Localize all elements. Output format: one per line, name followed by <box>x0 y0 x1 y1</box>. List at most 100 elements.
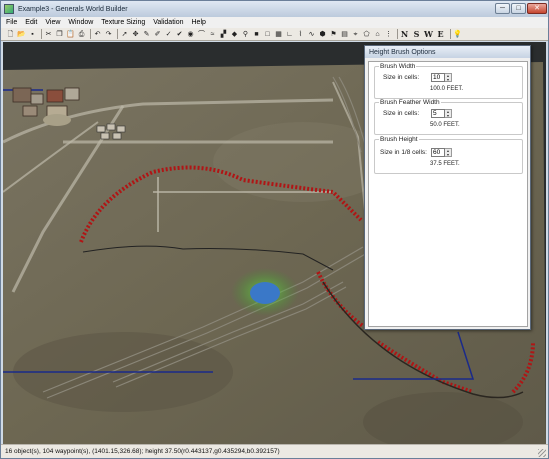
app-window: Example3 - Generals World Builder ─ □ ✕ … <box>0 0 549 459</box>
building <box>116 125 126 133</box>
dialog-title-bar[interactable]: Height Brush Options <box>365 46 530 58</box>
feather-icon[interactable]: ✔ <box>175 30 184 39</box>
toolbar-divider <box>450 29 451 39</box>
app-icon <box>4 4 14 14</box>
brush-width-group: Brush Width Size in cells: ▲ ▼ 100.0 FEE… <box>374 63 523 99</box>
menu-texture-sizing[interactable]: Texture Sizing <box>101 19 145 26</box>
window-title: Example3 - Generals World Builder <box>18 5 128 13</box>
building <box>12 87 32 103</box>
brush-width-feet: 100.0 FEET. <box>430 86 464 92</box>
select-move-icon[interactable]: ✥ <box>131 30 140 39</box>
brush-height-label: Size in 1/8 cells: <box>380 149 427 156</box>
feather-width-input[interactable] <box>431 109 445 118</box>
brush-icon[interactable]: ✎ <box>142 30 151 39</box>
map-viewport[interactable]: Height Brush Options Brush Width Size in… <box>3 42 546 444</box>
building <box>64 87 80 101</box>
flag-icon[interactable]: ⚑ <box>329 30 338 39</box>
menu-help[interactable]: Help <box>192 19 206 26</box>
brush-width-input[interactable] <box>431 73 445 82</box>
feather-width-spinner[interactable]: ▲ ▼ <box>445 109 452 118</box>
spin-down-icon[interactable]: ▼ <box>445 114 451 118</box>
east-view-button[interactable]: E <box>436 29 445 39</box>
print-icon[interactable]: ⎙ <box>77 30 86 39</box>
toolbar-divider <box>90 29 91 39</box>
help-bulb-icon[interactable]: 💡 <box>453 30 462 39</box>
blob-icon[interactable]: ⬢ <box>318 30 327 39</box>
dialog-body: Brush Width Size in cells: ▲ ▼ 100.0 FEE… <box>368 61 528 327</box>
paint-brush-icon[interactable]: ✐ <box>153 30 162 39</box>
save-icon[interactable]: ▪ <box>28 30 37 39</box>
building <box>43 114 71 126</box>
map-icon[interactable]: ▤ <box>340 30 349 39</box>
copy-icon[interactable]: ❐ <box>55 30 64 39</box>
building <box>112 132 122 140</box>
building <box>30 93 44 105</box>
eye-icon[interactable]: ◉ <box>186 30 195 39</box>
hill-icon[interactable]: ⌒ <box>197 30 206 39</box>
toolbar-divider <box>397 29 398 39</box>
brush-height-input[interactable] <box>431 148 445 157</box>
west-view-button[interactable]: W <box>424 29 433 39</box>
building <box>96 125 106 133</box>
menu-validation[interactable]: Validation <box>153 19 183 26</box>
menu-edit[interactable]: Edit <box>25 19 37 26</box>
title-bar: Example3 - Generals World Builder ─ □ ✕ <box>1 1 548 17</box>
new-file-icon[interactable]: 🗋 <box>6 30 15 39</box>
brush-cursor <box>250 282 280 304</box>
toolbar-divider <box>41 29 42 39</box>
white-square-icon[interactable]: □ <box>263 30 272 39</box>
maximize-button[interactable]: □ <box>511 3 526 14</box>
paste-icon[interactable]: 📋 <box>66 30 75 39</box>
north-view-button[interactable]: N <box>400 29 409 39</box>
building <box>46 89 64 103</box>
status-text: 16 object(s), 104 waypoint(s), (1401.15,… <box>5 448 280 455</box>
pointer-icon[interactable]: ➚ <box>120 30 129 39</box>
grid-icon[interactable]: ▦ <box>274 30 283 39</box>
building <box>106 123 116 131</box>
feather-width-title: Brush Feather Width <box>379 99 441 106</box>
wave-icon[interactable]: ≈ <box>208 30 217 39</box>
feather-width-label: Size in cells: <box>383 110 420 117</box>
toolbar: 🗋 📂 ▪ ✂ ❐ 📋 ⎙ ↶ ↷ ➚ ✥ ✎ ✐ ✓ ✔ ◉ ⌒ ≈ ▞ ◆ … <box>1 28 548 41</box>
checker-icon[interactable]: ▞ <box>219 30 228 39</box>
close-button[interactable]: ✕ <box>527 3 547 14</box>
menu-bar: File Edit View Window Texture Sizing Val… <box>1 17 548 28</box>
feather-width-feet: 50.0 FEET. <box>430 122 460 128</box>
spin-down-icon[interactable]: ▼ <box>445 78 451 82</box>
brush-height-title: Brush Height <box>379 136 419 143</box>
building <box>100 132 110 140</box>
check-brush-icon[interactable]: ✓ <box>164 30 173 39</box>
status-bar: 16 object(s), 104 waypoint(s), (1401.15,… <box>1 444 548 458</box>
dots-icon[interactable]: ⋮ <box>384 30 393 39</box>
menu-view[interactable]: View <box>45 19 60 26</box>
axis-icon[interactable]: ∟ <box>285 30 294 39</box>
undo-icon[interactable]: ↶ <box>93 30 102 39</box>
black-square-icon[interactable]: ■ <box>252 30 261 39</box>
building <box>22 105 38 117</box>
minimize-button[interactable]: ─ <box>495 3 510 14</box>
tilde-icon[interactable]: ∿ <box>307 30 316 39</box>
toolbar-divider <box>117 29 118 39</box>
brush-width-label: Size in cells: <box>383 74 420 81</box>
height-brush-dialog: Height Brush Options Brush Width Size in… <box>364 45 531 330</box>
spin-down-icon[interactable]: ▼ <box>445 153 451 157</box>
redo-icon[interactable]: ↷ <box>104 30 113 39</box>
brush-height-feet: 37.5 FEET. <box>430 161 460 167</box>
open-folder-icon[interactable]: 📂 <box>17 30 26 39</box>
menu-window[interactable]: Window <box>68 19 93 26</box>
feather-width-group: Brush Feather Width Size in cells: ▲ ▼ 5… <box>374 99 523 135</box>
south-view-button[interactable]: S <box>412 29 421 39</box>
menu-file[interactable]: File <box>6 19 17 26</box>
brush-width-title: Brush Width <box>379 63 417 70</box>
brush-height-spinner[interactable]: ▲ ▼ <box>445 148 452 157</box>
building-icon[interactable]: ⌂ <box>373 30 382 39</box>
resize-grip-icon[interactable] <box>538 449 546 457</box>
stairs-icon[interactable]: ⌇ <box>296 30 305 39</box>
waypoint-icon[interactable]: ⌖ <box>351 30 360 39</box>
fill-icon[interactable]: ◆ <box>230 30 239 39</box>
polygon-icon[interactable]: ⬠ <box>362 30 371 39</box>
eyedropper-icon[interactable]: ⚲ <box>241 30 250 39</box>
brush-height-group: Brush Height Size in 1/8 cells: ▲ ▼ 37.5… <box>374 136 523 174</box>
brush-width-spinner[interactable]: ▲ ▼ <box>445 73 452 82</box>
cut-icon[interactable]: ✂ <box>44 30 53 39</box>
